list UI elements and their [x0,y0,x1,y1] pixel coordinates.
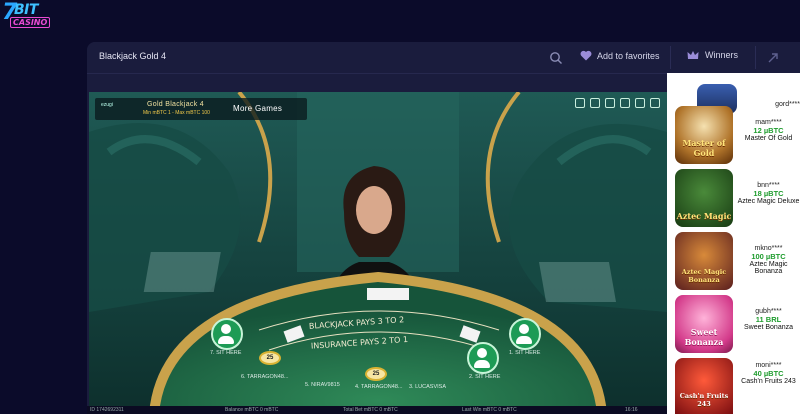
winner-user: gord**** [775,101,800,108]
crown-icon [687,51,699,59]
winner-game: Sweet Bonanza [743,324,794,331]
winner-game-thumb[interactable]: Aztec Magic [675,169,733,227]
winner-user: moni**** [755,362,782,369]
chat-icon[interactable] [590,98,600,108]
thumb-title: Cash'n Fruits 243 [679,392,729,408]
logo-text: BIT [14,2,38,18]
winner-game-thumb[interactable]: Cash'n Fruits 243 [675,358,733,414]
winner-amount: 12 µBTC [753,126,784,135]
logo-subtext: CASINO [10,17,51,28]
bitcasino-logo[interactable]: 7 BIT CASINO [0,0,60,34]
winner-user: gubh**** [755,308,782,315]
winner-game: Cash'n Fruits 243 [741,378,796,385]
favorites-label: Add to favorites [597,50,660,61]
seat-7-button[interactable] [211,318,243,350]
seat-1-button[interactable] [509,318,541,350]
winner-amount: 18 µBTC [753,189,784,198]
thumb-title: Master of Gold [682,138,726,158]
provider-logo: ezugi [101,102,113,108]
last-win: Last Win mBTC 0 mBTC [462,407,517,413]
video-controls [575,98,660,108]
clock: 16:16 [625,407,638,413]
volume-icon[interactable] [575,98,585,108]
winner-game: Aztec Magic Deluxe [737,198,800,205]
winner-user: bnn**** [757,182,780,189]
player-name: 6. TARRAGON48... [241,374,289,380]
winner-amount: 40 µBTC [753,369,784,378]
game-title: Blackjack Gold 4 [99,51,167,61]
game-frame: Blackjack Gold 4 Add to favorites Winner… [87,42,800,414]
seat-label: 2. SIT HERE [469,374,501,380]
winner-user: mkno**** [754,245,783,252]
divider [755,46,756,69]
seat-2-button[interactable] [467,342,499,374]
thumb-title: Aztec Magic Bonanza [681,268,727,284]
fullscreen-icon[interactable] [620,98,630,108]
player-name: 3. LUCASVISA [409,384,446,390]
winner-entry: mam**** 12 µBTC Master Of Gold [737,119,800,142]
more-games-button[interactable]: More Games [233,104,282,113]
thumb-title: Sweet Bonanza [684,327,724,347]
table-info-bar: ezugi Gold Blackjack 4 Min mBTC 1 - Max … [95,98,307,120]
search-icon[interactable] [549,51,563,65]
winner-game-thumb[interactable]: Aztec Magic Bonanza [675,232,733,290]
total-bet: Total Bet mBTC 0 mBTC [343,407,398,413]
table-name: Gold Blackjack 4 [147,101,204,108]
winner-amount: 11 BRL [755,315,782,324]
winner-entry: gord**** [757,101,800,108]
winner-entry: gubh**** 11 BRL Sweet Bonanza [737,308,800,331]
balance: Balance mBTC 0 mBTC [225,407,279,413]
game-topbar: Blackjack Gold 4 Add to favorites Winner… [87,42,800,74]
winner-game-thumb[interactable]: Master of Gold [675,106,733,164]
thumb-title: Aztec Magic [676,211,732,221]
winner-user: mam**** [755,119,782,126]
winners-label: Winners [705,50,739,60]
live-video[interactable]: BLACKJACK PAYS 3 TO 2 INSURANCE PAYS 2 T… [89,92,667,414]
game-status-bar: ID 1742692311 Balance mBTC 0 mBTC Total … [87,406,667,414]
winner-game: Master Of Gold [744,135,793,142]
round-id: ID 1742692311 [90,407,124,413]
seat-label: 1. SIT HERE [509,350,541,356]
video-settings-icon[interactable] [605,98,615,108]
winner-game: Aztec Magic Bonanza [749,261,788,275]
winners-sidebar: gord**** Master of Gold mam**** 12 µBTC … [667,73,800,414]
seat-label: 7. SIT HERE [210,350,242,356]
player-name: 5. NIRAV9815 [305,382,340,388]
expand-icon[interactable] [767,52,779,64]
heart-icon [580,50,592,61]
player-name: 4. TARRAGON48... [355,384,403,390]
lobby-icon[interactable] [635,98,645,108]
winner-entry: mkno**** 100 µBTC Aztec Magic Bonanza [737,245,800,275]
winner-entry: bnn**** 18 µBTC Aztec Magic Deluxe [737,182,800,205]
winner-amount: 100 µBTC [751,252,786,261]
winner-entry: moni**** 40 µBTC Cash'n Fruits 243 [737,362,800,385]
winners-tab[interactable]: Winners [687,50,738,60]
winner-game-thumb[interactable]: Sweet Bonanza [675,295,733,353]
divider [670,46,671,69]
chip: 25 [365,367,387,381]
menu-icon[interactable] [650,98,660,108]
table-limits: Min mBTC 1 - Max mBTC 100 [143,110,210,116]
chip: 25 [259,351,281,365]
dealer-scene: BLACKJACK PAYS 3 TO 2 INSURANCE PAYS 2 T… [89,92,667,414]
add-to-favorites-button[interactable]: Add to favorites [580,50,660,61]
